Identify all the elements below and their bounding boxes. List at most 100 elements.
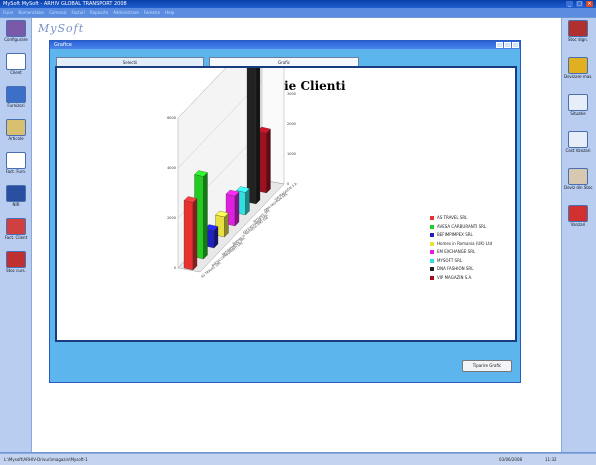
maximize-button[interactable]: □ <box>576 1 583 7</box>
status-date: 03/06/2008 <box>499 457 523 462</box>
stock-diag-icon <box>568 20 588 37</box>
toolbar-button[interactable]: Configurare <box>2 20 30 46</box>
legend-entry: AS TRAVEL SRL <box>430 214 516 223</box>
toolbar-button[interactable]: NIR <box>2 185 30 211</box>
legend-swatch <box>430 267 434 271</box>
toolbar-button-label: NIR <box>12 202 20 207</box>
app-title: MySoft MySoft - ARHIV GLOBAL TRANSPORT 2… <box>3 1 127 7</box>
invoice-in-icon <box>6 152 26 169</box>
y-tick-label: 0 <box>287 182 289 186</box>
menu-item[interactable]: Facturi <box>72 10 85 15</box>
toolbar-button-label: Stoc dign. <box>567 37 589 42</box>
legend-swatch <box>430 216 434 220</box>
toolbar-button-label: Configurare <box>4 37 28 42</box>
toolbar-button-label: Situatie <box>570 111 586 116</box>
print-chart-button[interactable]: Tiparire Grafic <box>462 360 512 372</box>
toolbar-button-label: Furnizori <box>7 103 25 108</box>
y-tick-label: 4000 <box>167 166 176 170</box>
close-button[interactable]: × <box>586 1 593 7</box>
menu-item[interactable]: Help <box>165 10 174 15</box>
person-icon <box>568 168 588 185</box>
legend-label: BEFIMPIMPEX SRL <box>437 232 473 237</box>
bar-side <box>266 128 271 194</box>
status-path: L:\Mysoft\ARHIV-Drivuri\magazin\Mysoft-1 <box>4 457 88 462</box>
app-logo: MySoft <box>38 22 85 35</box>
bar-side <box>234 191 240 227</box>
sales-icon <box>568 131 588 148</box>
chart-window-title: Grafice <box>54 42 72 48</box>
bar-chart-3d: 0200040006000010002000300040005000AS TRA… <box>167 68 298 279</box>
toolbar-button[interactable]: Fact. Furn. <box>2 152 30 178</box>
toolbar-button[interactable]: Stoc curs. <box>2 251 30 277</box>
toolbar-button-label: Articole <box>8 136 24 141</box>
toolbar-button[interactable]: Fact. Client <box>2 218 30 244</box>
window-maximize-button[interactable] <box>504 42 511 48</box>
legend-swatch <box>430 224 434 229</box>
nir-icon <box>6 185 26 202</box>
tab-selectii[interactable]: Selectii <box>56 57 204 66</box>
menu-item[interactable]: Ferestre <box>144 10 160 15</box>
y-tick-label: 0 <box>174 266 176 270</box>
report-icon <box>568 94 588 111</box>
chart-window: Grafice Selectii Grafic Repartitie Clien… <box>49 40 521 383</box>
toolbar-button-label: Stoc curs. <box>6 268 26 273</box>
menu-item[interactable]: Rapoarte <box>90 10 108 15</box>
bar-front <box>246 68 257 205</box>
status-bar: L:\Mysoft\ARHIV-Drivuri\magazin\Mysoft-1… <box>0 453 596 465</box>
menu-item[interactable]: Comenzi <box>49 10 66 15</box>
config-icon <box>6 20 26 37</box>
bar-side <box>255 68 261 205</box>
legend-entry: VIP MAGAZIN S.A. <box>430 274 516 283</box>
toolbar-button[interactable]: Client <box>2 53 30 79</box>
toolbar-button-label: Devizare mas. <box>564 74 593 79</box>
toolbar-button[interactable]: Cost Vanzari <box>564 131 592 157</box>
toolbar-button[interactable]: Stoc dign. <box>564 20 592 46</box>
left-toolbar: Configurare Client Furnizori Articole Fact. … <box>0 18 32 452</box>
right-toolbar: Stoc dign. Devizare mas. Situatie Cost Vanz… <box>561 18 596 452</box>
legend-label: AVESA CARBURANTI SRL <box>437 223 487 229</box>
menu-item[interactable]: Nomenclator <box>18 10 44 15</box>
legend-swatch <box>430 258 434 263</box>
legend-entry: DNA FASHION SRL <box>430 265 516 274</box>
supplier-icon <box>6 86 26 103</box>
toolbar-button[interactable]: Devizare mas. <box>564 57 593 83</box>
legend-entry: BEFIMPIMPEX SRL <box>430 231 516 240</box>
article-icon <box>6 119 26 136</box>
chart-panel: Repartitie Clienti 0 2000 4000 6000 0 1000 200… <box>55 66 517 342</box>
tab-grafic[interactable]: Grafic <box>209 57 359 66</box>
crown-icon <box>568 57 588 74</box>
menu-item[interactable]: Fișier <box>3 10 13 15</box>
toolbar-button-label: Fact. Client <box>4 235 28 240</box>
menu-bar: Fișier Nomenclator Comenzi Facturi Rapoarte A… <box>0 8 596 17</box>
toolbar-button[interactable]: Vanzari <box>564 205 592 231</box>
toolbar-button[interactable]: Situatie <box>564 94 592 120</box>
legend-swatch <box>430 250 434 254</box>
chart-legend: AS TRAVEL SRL AVESA CARBURANTI SRL BEFIMPI… <box>430 214 516 282</box>
chart-window-title-bar: Grafice <box>50 41 520 49</box>
legend-label: EM EXCHANGE SRL <box>437 249 476 254</box>
bar-front <box>183 200 194 271</box>
toolbar-button-label: Vanzari <box>570 222 586 227</box>
toolbar-button[interactable]: Furnizori <box>2 86 30 112</box>
legend-entry: MYSOFT SRL <box>430 257 516 266</box>
bag-icon <box>568 205 588 222</box>
window-minimize-button[interactable] <box>496 42 503 48</box>
app-title-bar: MySoft MySoft - ARHIV GLOBAL TRANSPORT 2… <box>0 0 596 8</box>
bar-side <box>203 172 208 260</box>
invoice-out-icon <box>6 218 26 235</box>
toolbar-button[interactable]: Articole <box>2 119 30 145</box>
legend-entry: Homes in Romania (UK) Ltd <box>430 240 516 249</box>
chart-window-body: Selectii Grafic Repartitie Clienti 0 2000… <box>50 49 520 382</box>
legend-entry: AVESA CARBURANTI SRL <box>430 223 516 232</box>
legend-swatch <box>430 275 434 280</box>
minimize-button[interactable]: _ <box>566 1 573 7</box>
y-tick-label: 3000 <box>287 92 296 96</box>
bar-side <box>192 198 198 271</box>
toolbar-button-label: Deviz din Stoc <box>564 185 593 190</box>
status-time: 11:32 <box>545 457 557 462</box>
client-icon <box>6 53 26 70</box>
window-close-button[interactable] <box>512 42 519 48</box>
menu-item[interactable]: Administrare <box>113 10 139 15</box>
toolbar-button[interactable]: Deviz din Stoc <box>564 168 593 194</box>
bar-side <box>245 188 250 216</box>
